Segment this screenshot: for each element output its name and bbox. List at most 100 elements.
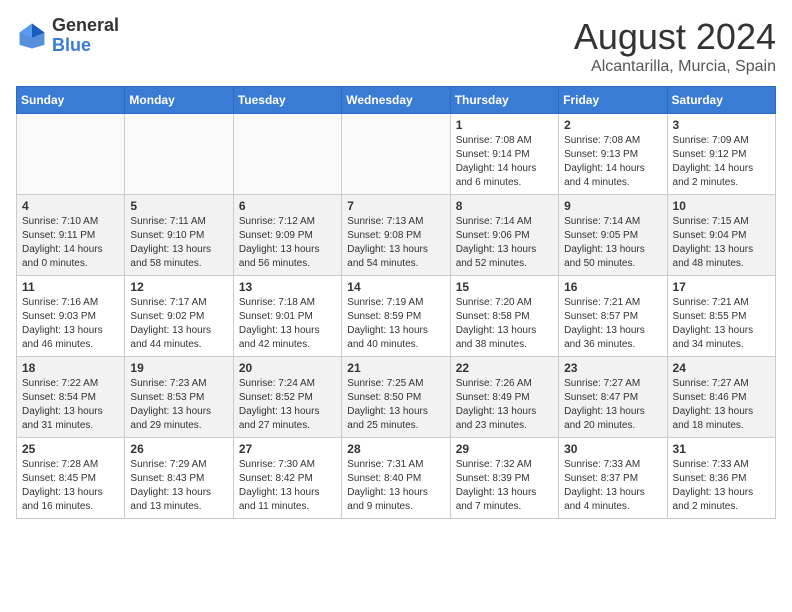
calendar-cell: 13 Sunrise: 7:18 AM Sunset: 9:01 PM Dayli… (233, 276, 341, 357)
day-info: Sunrise: 7:17 AM Sunset: 9:02 PM Dayligh… (130, 296, 227, 352)
calendar-table: SundayMondayTuesdayWednesdayThursdayFrid… (16, 86, 776, 519)
calendar-cell: 23 Sunrise: 7:27 AM Sunset: 8:47 PM Dayli… (559, 357, 667, 438)
location-subtitle: Alcantarilla, Murcia, Spain (574, 58, 776, 76)
day-number: 7 (347, 199, 444, 213)
day-number: 14 (347, 280, 444, 294)
calendar-week-row: 11Sunrise: 7:16 AM Sunset: 9:03 PM Dayli… (17, 276, 776, 357)
page-header: General Blue August 2024 Alcantarilla, M… (16, 16, 776, 76)
day-number: 15 (456, 280, 553, 294)
calendar-cell (125, 114, 233, 195)
day-info: Sunrise: 7:14 AM Sunset: 9:05 PM Dayligh… (564, 215, 661, 271)
calendar-cell: 16 Sunrise: 7:21 AM Sunset: 8:57 PM Dayli… (559, 276, 667, 357)
day-number: 3 (673, 118, 770, 132)
weekday-header-sunday: Sunday (17, 87, 125, 114)
day-info: Sunrise: 7:09 AM Sunset: 9:12 PM Dayligh… (673, 134, 770, 190)
calendar-cell: 24 Sunrise: 7:27 AM Sunset: 8:46 PM Dayli… (667, 357, 775, 438)
day-number: 18 (22, 361, 119, 375)
day-info: Sunrise: 7:24 AM Sunset: 8:52 PM Dayligh… (239, 377, 336, 433)
day-info: Sunrise: 7:21 AM Sunset: 8:55 PM Dayligh… (673, 296, 770, 352)
day-number: 29 (456, 442, 553, 456)
calendar-cell: 7 Sunrise: 7:13 AM Sunset: 9:08 PM Daylig… (342, 195, 450, 276)
day-info: Sunrise: 7:28 AM Sunset: 8:45 PM Dayligh… (22, 458, 119, 514)
calendar-cell: 22 Sunrise: 7:26 AM Sunset: 8:49 PM Dayli… (450, 357, 558, 438)
day-number: 11 (22, 280, 119, 294)
day-number: 6 (239, 199, 336, 213)
day-info: Sunrise: 7:26 AM Sunset: 8:49 PM Dayligh… (456, 377, 553, 433)
day-number: 26 (130, 442, 227, 456)
day-info: Sunrise: 7:13 AM Sunset: 9:08 PM Dayligh… (347, 215, 444, 271)
day-info: Sunrise: 7:31 AM Sunset: 8:40 PM Dayligh… (347, 458, 444, 514)
day-number: 21 (347, 361, 444, 375)
day-info: Sunrise: 7:32 AM Sunset: 8:39 PM Dayligh… (456, 458, 553, 514)
calendar-week-row: 4 Sunrise: 7:10 AM Sunset: 9:11 PM Daylig… (17, 195, 776, 276)
day-number: 31 (673, 442, 770, 456)
day-number: 17 (673, 280, 770, 294)
calendar-header: SundayMondayTuesdayWednesdayThursdayFrid… (17, 87, 776, 114)
day-info: Sunrise: 7:08 AM Sunset: 9:13 PM Dayligh… (564, 134, 661, 190)
weekday-header-wednesday: Wednesday (342, 87, 450, 114)
day-number: 22 (456, 361, 553, 375)
day-number: 13 (239, 280, 336, 294)
day-number: 20 (239, 361, 336, 375)
day-info: Sunrise: 7:27 AM Sunset: 8:46 PM Dayligh… (673, 377, 770, 433)
day-info: Sunrise: 7:20 AM Sunset: 8:58 PM Dayligh… (456, 296, 553, 352)
month-year-title: August 2024 (574, 16, 776, 58)
calendar-week-row: 1 Sunrise: 7:08 AM Sunset: 9:14 PM Daylig… (17, 114, 776, 195)
day-info: Sunrise: 7:18 AM Sunset: 9:01 PM Dayligh… (239, 296, 336, 352)
day-info: Sunrise: 7:30 AM Sunset: 8:42 PM Dayligh… (239, 458, 336, 514)
day-info: Sunrise: 7:15 AM Sunset: 9:04 PM Dayligh… (673, 215, 770, 271)
calendar-cell: 6 Sunrise: 7:12 AM Sunset: 9:09 PM Daylig… (233, 195, 341, 276)
day-number: 1 (456, 118, 553, 132)
calendar-cell: 31 Sunrise: 7:33 AM Sunset: 8:36 PM Dayli… (667, 438, 775, 519)
calendar-week-row: 25 Sunrise: 7:28 AM Sunset: 8:45 PM Dayli… (17, 438, 776, 519)
day-number: 9 (564, 199, 661, 213)
title-block: August 2024 Alcantarilla, Murcia, Spain (574, 16, 776, 76)
calendar-cell: 30 Sunrise: 7:33 AM Sunset: 8:37 PM Dayli… (559, 438, 667, 519)
calendar-cell: 28Sunrise: 7:31 AM Sunset: 8:40 PM Dayli… (342, 438, 450, 519)
day-number: 24 (673, 361, 770, 375)
calendar-cell: 9 Sunrise: 7:14 AM Sunset: 9:05 PM Daylig… (559, 195, 667, 276)
calendar-week-row: 18Sunrise: 7:22 AM Sunset: 8:54 PM Dayli… (17, 357, 776, 438)
calendar-cell (233, 114, 341, 195)
calendar-cell (342, 114, 450, 195)
logo-blue: Blue (52, 36, 119, 56)
calendar-cell: 11Sunrise: 7:16 AM Sunset: 9:03 PM Dayli… (17, 276, 125, 357)
calendar-cell: 25 Sunrise: 7:28 AM Sunset: 8:45 PM Dayli… (17, 438, 125, 519)
day-info: Sunrise: 7:12 AM Sunset: 9:09 PM Dayligh… (239, 215, 336, 271)
calendar-cell: 3 Sunrise: 7:09 AM Sunset: 9:12 PM Daylig… (667, 114, 775, 195)
day-number: 30 (564, 442, 661, 456)
day-number: 10 (673, 199, 770, 213)
day-info: Sunrise: 7:11 AM Sunset: 9:10 PM Dayligh… (130, 215, 227, 271)
day-info: Sunrise: 7:25 AM Sunset: 8:50 PM Dayligh… (347, 377, 444, 433)
calendar-cell: 21 Sunrise: 7:25 AM Sunset: 8:50 PM Dayli… (342, 357, 450, 438)
day-info: Sunrise: 7:08 AM Sunset: 9:14 PM Dayligh… (456, 134, 553, 190)
day-number: 5 (130, 199, 227, 213)
calendar-cell: 5 Sunrise: 7:11 AM Sunset: 9:10 PM Daylig… (125, 195, 233, 276)
day-number: 8 (456, 199, 553, 213)
day-number: 16 (564, 280, 661, 294)
calendar-cell: 19 Sunrise: 7:23 AM Sunset: 8:53 PM Dayli… (125, 357, 233, 438)
day-info: Sunrise: 7:33 AM Sunset: 8:37 PM Dayligh… (564, 458, 661, 514)
day-number: 2 (564, 118, 661, 132)
weekday-header-friday: Friday (559, 87, 667, 114)
day-info: Sunrise: 7:14 AM Sunset: 9:06 PM Dayligh… (456, 215, 553, 271)
calendar-cell: 17 Sunrise: 7:21 AM Sunset: 8:55 PM Dayli… (667, 276, 775, 357)
day-info: Sunrise: 7:19 AM Sunset: 8:59 PM Dayligh… (347, 296, 444, 352)
day-info: Sunrise: 7:27 AM Sunset: 8:47 PM Dayligh… (564, 377, 661, 433)
weekday-header-tuesday: Tuesday (233, 87, 341, 114)
calendar-cell: 4 Sunrise: 7:10 AM Sunset: 9:11 PM Daylig… (17, 195, 125, 276)
day-number: 25 (22, 442, 119, 456)
day-info: Sunrise: 7:23 AM Sunset: 8:53 PM Dayligh… (130, 377, 227, 433)
day-info: Sunrise: 7:10 AM Sunset: 9:11 PM Dayligh… (22, 215, 119, 271)
day-number: 19 (130, 361, 227, 375)
calendar-cell (17, 114, 125, 195)
calendar-cell: 10 Sunrise: 7:15 AM Sunset: 9:04 PM Dayli… (667, 195, 775, 276)
day-number: 4 (22, 199, 119, 213)
day-number: 23 (564, 361, 661, 375)
day-info: Sunrise: 7:21 AM Sunset: 8:57 PM Dayligh… (564, 296, 661, 352)
calendar-cell: 1 Sunrise: 7:08 AM Sunset: 9:14 PM Daylig… (450, 114, 558, 195)
logo-icon (16, 20, 48, 52)
day-number: 12 (130, 280, 227, 294)
weekday-header-row: SundayMondayTuesdayWednesdayThursdayFrid… (17, 87, 776, 114)
day-info: Sunrise: 7:33 AM Sunset: 8:36 PM Dayligh… (673, 458, 770, 514)
